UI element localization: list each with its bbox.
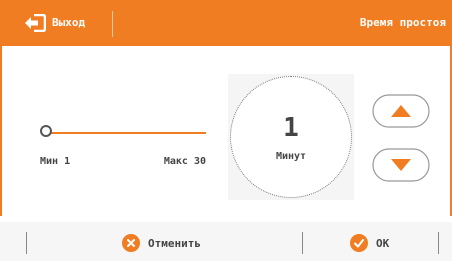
- dial-unit: Минут: [275, 151, 307, 162]
- header-bar: Выход Время простоя: [0, 0, 452, 46]
- left-frame-line: [0, 46, 2, 216]
- cancel-button[interactable]: Отменить: [122, 232, 201, 254]
- close-icon: [122, 234, 140, 252]
- check-icon: [350, 234, 368, 252]
- arrow-down-icon: [372, 148, 430, 182]
- back-button[interactable]: Выход: [0, 0, 112, 46]
- back-label: Выход: [52, 16, 86, 29]
- exit-arrow-icon: [25, 14, 46, 32]
- decrease-button[interactable]: [372, 148, 430, 182]
- footer-edge-left: [26, 232, 27, 254]
- header-divider: [112, 11, 113, 37]
- arrow-up-icon: [372, 94, 430, 128]
- cancel-label: Отменить: [148, 236, 201, 250]
- increase-button[interactable]: [372, 94, 430, 128]
- screen: Выход Время простоя Мин 1 Макс 30 1 Мину…: [0, 0, 452, 261]
- footer-divider: [302, 232, 303, 254]
- ok-button[interactable]: OK: [350, 232, 389, 254]
- slider-min-label: Мин 1: [40, 156, 71, 167]
- footer-edge-right: [438, 232, 439, 254]
- ok-label: OK: [376, 236, 390, 250]
- page-title: Время простоя: [359, 16, 446, 29]
- slider-max-label: Макс 30: [163, 156, 206, 167]
- value-slider[interactable]: [40, 124, 208, 142]
- slider-track: [48, 132, 206, 134]
- slider-knob[interactable]: [40, 125, 52, 137]
- dial-value: 1: [283, 113, 299, 143]
